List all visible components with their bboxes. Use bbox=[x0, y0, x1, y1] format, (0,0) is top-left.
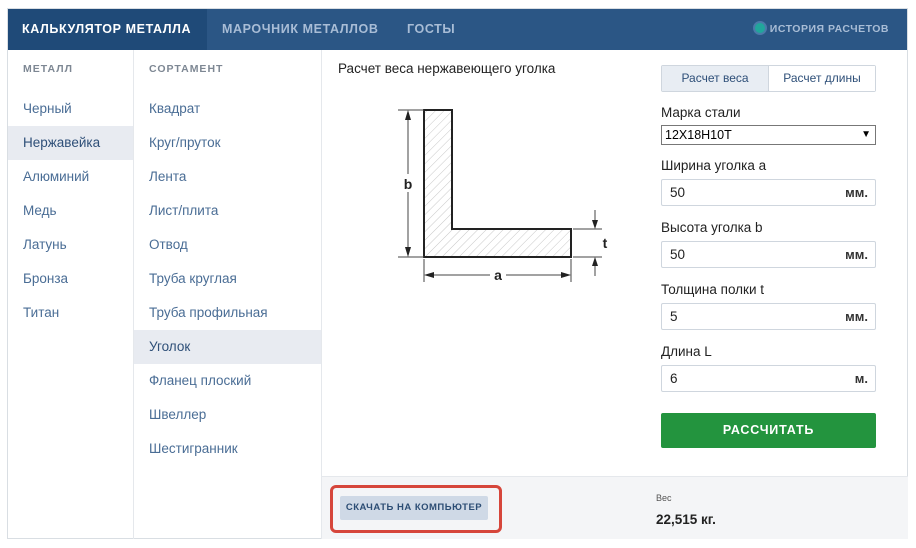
steel-grade-label: Марка стали bbox=[661, 105, 741, 120]
height-unit: мм. bbox=[845, 247, 868, 262]
steel-grade-select[interactable]: 12Х18Н10Т ▼ bbox=[661, 125, 876, 145]
height-value: 50 bbox=[670, 247, 686, 262]
weight-label: Вес bbox=[656, 493, 672, 503]
calc-mode-tabs: Расчет веса Расчет длины bbox=[661, 65, 876, 92]
dropdown-arrow-icon: ▼ bbox=[861, 129, 871, 140]
width-label: Ширина уголка a bbox=[661, 158, 767, 173]
history-label: ИСТОРИЯ РАСЧЕТОВ bbox=[769, 23, 889, 35]
height-input[interactable]: 50 мм. bbox=[661, 241, 876, 268]
metal-item-black[interactable]: Черный bbox=[8, 92, 133, 126]
metal-header: МЕТАЛЛ bbox=[23, 63, 73, 75]
tab-metal-grades[interactable]: МАРОЧНИК МЕТАЛЛОВ bbox=[222, 9, 379, 50]
calculate-button[interactable]: РАССЧИТАТЬ bbox=[661, 413, 876, 448]
angle-profile-drawing: b a t bbox=[398, 109, 608, 283]
tab-weight-calc[interactable]: Расчет веса bbox=[662, 66, 769, 91]
metal-column: МЕТАЛЛ Черный Нержавейка Алюминий Медь Л… bbox=[8, 50, 134, 539]
dimension-label-b: b bbox=[404, 176, 413, 192]
assortment-item-angle[interactable]: Уголок bbox=[134, 330, 321, 364]
length-value: 6 bbox=[670, 371, 678, 386]
thickness-unit: мм. bbox=[845, 309, 868, 324]
width-input[interactable]: 50 мм. bbox=[661, 179, 876, 206]
metal-item-bronze[interactable]: Бронза bbox=[8, 262, 133, 296]
calculator-title: Расчет веса нержавеющего уголка bbox=[338, 61, 556, 76]
weight-value: 22,515 кг. bbox=[656, 512, 716, 527]
thickness-value: 5 bbox=[670, 309, 678, 324]
width-value: 50 bbox=[670, 185, 686, 200]
metal-item-aluminum[interactable]: Алюминий bbox=[8, 160, 133, 194]
history-link[interactable]: ИСТОРИЯ РАСЧЕТОВ bbox=[752, 9, 889, 50]
tab-metal-calculator[interactable]: КАЛЬКУЛЯТОР МЕТАЛЛА bbox=[8, 9, 207, 50]
history-icon bbox=[752, 21, 767, 35]
assortment-item-strip[interactable]: Лента bbox=[134, 160, 321, 194]
height-label: Высота уголка b bbox=[661, 220, 763, 235]
steel-grade-value: 12Х18Н10Т bbox=[665, 128, 732, 142]
assortment-item-sheet[interactable]: Лист/плита bbox=[134, 194, 321, 228]
assortment-item-hexagon[interactable]: Шестигранник bbox=[134, 432, 321, 466]
metal-item-brass[interactable]: Латунь bbox=[8, 228, 133, 262]
thickness-input[interactable]: 5 мм. bbox=[661, 303, 876, 330]
length-input[interactable]: 6 м. bbox=[661, 365, 876, 392]
assortment-item-square[interactable]: Квадрат bbox=[134, 92, 321, 126]
metal-item-titanium[interactable]: Титан bbox=[8, 296, 133, 330]
assortment-item-round-bar[interactable]: Круг/пруток bbox=[134, 126, 321, 160]
dimension-label-t: t bbox=[603, 235, 608, 251]
assortment-header: СОРТАМЕНТ bbox=[149, 63, 224, 75]
assortment-item-flat-flange[interactable]: Фланец плоский bbox=[134, 364, 321, 398]
calculator-panel: Расчет веса нержавеющего уголка b a t Ра… bbox=[322, 50, 908, 539]
assortment-item-channel[interactable]: Швеллер bbox=[134, 398, 321, 432]
assortment-item-elbow[interactable]: Отвод bbox=[134, 228, 321, 262]
width-unit: мм. bbox=[845, 185, 868, 200]
metal-calculator-app: КАЛЬКУЛЯТОР МЕТАЛЛА МАРОЧНИК МЕТАЛЛОВ ГО… bbox=[7, 8, 908, 539]
result-footer: СКАЧАТЬ НА КОМПЬЮТЕР Вес 22,515 кг. bbox=[322, 476, 908, 539]
metal-item-stainless[interactable]: Нержавейка bbox=[8, 126, 133, 160]
length-unit: м. bbox=[854, 371, 868, 386]
angle-shape bbox=[423, 109, 572, 258]
assortment-item-profile-pipe[interactable]: Труба профильная bbox=[134, 296, 321, 330]
dimension-label-a: a bbox=[494, 267, 502, 283]
tab-length-calc[interactable]: Расчет длины bbox=[769, 66, 875, 91]
metal-item-copper[interactable]: Медь bbox=[8, 194, 133, 228]
length-label: Длина L bbox=[661, 344, 712, 359]
assortment-column: СОРТАМЕНТ Квадрат Круг/пруток Лента Лист… bbox=[134, 50, 322, 539]
tab-gosts[interactable]: ГОСТЫ bbox=[407, 9, 455, 50]
top-nav: КАЛЬКУЛЯТОР МЕТАЛЛА МАРОЧНИК МЕТАЛЛОВ ГО… bbox=[8, 9, 907, 50]
assortment-item-round-pipe[interactable]: Труба круглая bbox=[134, 262, 321, 296]
thickness-label: Толщина полки t bbox=[661, 282, 764, 297]
download-button[interactable]: СКАЧАТЬ НА КОМПЬЮТЕР bbox=[340, 496, 488, 520]
